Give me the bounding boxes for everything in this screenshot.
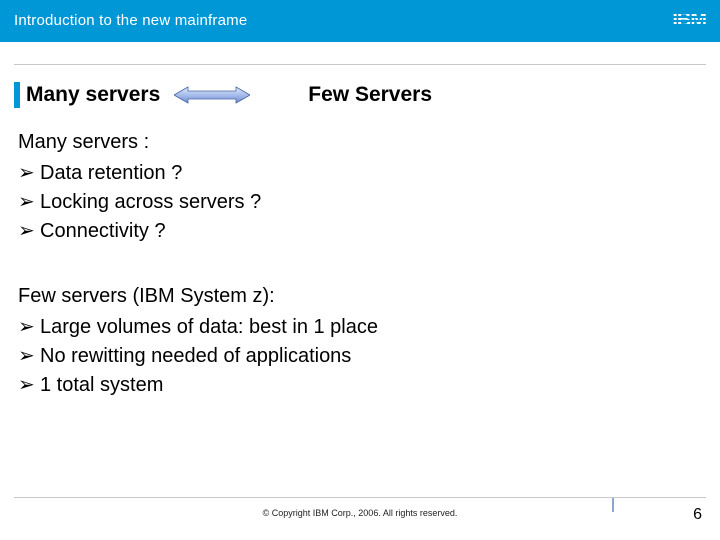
list-item-text: Large volumes of data: best in 1 place bbox=[40, 313, 378, 342]
group-many-servers: Many servers : ➢ Data retention ? ➢ Lock… bbox=[18, 128, 702, 246]
slide-heading-row: Many servers Few Servers bbox=[14, 82, 706, 108]
title-bar: Introduction to the new mainframe IBM bbox=[0, 0, 720, 40]
list-item: ➢ Locking across servers ? bbox=[18, 188, 702, 217]
bullet-icon: ➢ bbox=[18, 159, 40, 188]
list-item: ➢ Large volumes of data: best in 1 place bbox=[18, 313, 702, 342]
list-item-text: No rewitting needed of applications bbox=[40, 342, 351, 371]
copyright-text: © Copyright IBM Corp., 2006. All rights … bbox=[0, 508, 720, 518]
bullet-icon: ➢ bbox=[18, 371, 40, 400]
list-item-text: Connectivity ? bbox=[40, 217, 166, 246]
bullet-icon: ➢ bbox=[18, 217, 40, 246]
slide: Introduction to the new mainframe IBM Ma… bbox=[0, 0, 720, 540]
list-item: ➢ 1 total system bbox=[18, 371, 702, 400]
group-title: Few servers (IBM System z): bbox=[18, 282, 702, 311]
ibm-logo-text: IBM bbox=[672, 10, 706, 30]
page-number: 6 bbox=[693, 506, 702, 524]
heading-left: Many servers bbox=[26, 83, 160, 107]
separator-top bbox=[14, 64, 706, 65]
bullet-icon: ➢ bbox=[18, 342, 40, 371]
list-item: ➢ Connectivity ? bbox=[18, 217, 702, 246]
presentation-title: Introduction to the new mainframe bbox=[14, 12, 247, 29]
bullet-icon: ➢ bbox=[18, 188, 40, 217]
heading-accent-bar bbox=[14, 82, 20, 108]
list-item-text: 1 total system bbox=[40, 371, 163, 400]
group-title: Many servers : bbox=[18, 128, 702, 157]
ibm-logo: IBM bbox=[672, 10, 706, 30]
list-item: ➢ No rewitting needed of applications bbox=[18, 342, 702, 371]
bullet-icon: ➢ bbox=[18, 313, 40, 342]
double-arrow-icon bbox=[174, 86, 250, 104]
slide-body: Many servers : ➢ Data retention ? ➢ Lock… bbox=[18, 128, 702, 400]
separator-footer bbox=[14, 497, 706, 498]
list-item: ➢ Data retention ? bbox=[18, 159, 702, 188]
group-few-servers: Few servers (IBM System z): ➢ Large volu… bbox=[18, 282, 702, 400]
list-item-text: Data retention ? bbox=[40, 159, 182, 188]
heading-right: Few Servers bbox=[308, 83, 432, 107]
list-item-text: Locking across servers ? bbox=[40, 188, 261, 217]
titlebar-underline bbox=[0, 40, 720, 42]
